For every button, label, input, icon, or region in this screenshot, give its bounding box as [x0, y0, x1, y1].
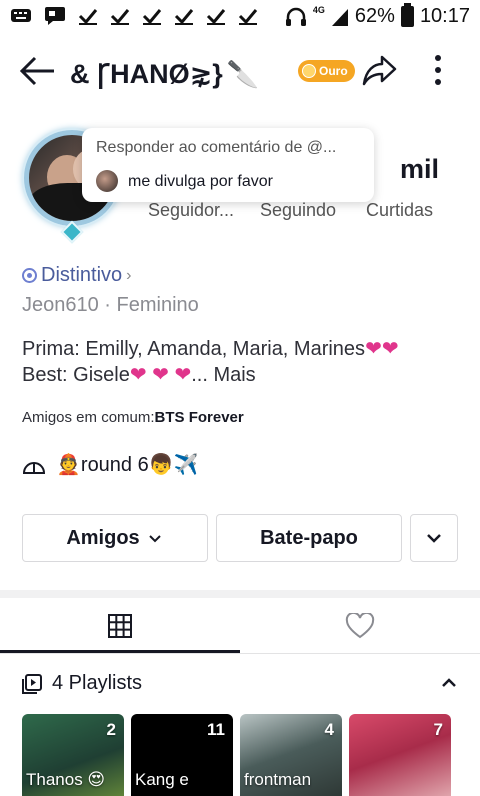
- heart-emojis: ❤❤: [365, 338, 399, 360]
- chat-button-label: Bate-papo: [260, 526, 358, 549]
- playlist-name: Kang e: [135, 770, 189, 789]
- distintivo-link[interactable]: Distintivo ›: [22, 264, 131, 287]
- friends-button-label: Amigos: [66, 526, 140, 549]
- bio-line-1: Prima: Emilly, Amanda, Maria, Marines❤❤: [22, 336, 399, 361]
- coin-icon: [302, 64, 316, 78]
- system-status: 4G 62% 10:17: [285, 3, 470, 28]
- popup-comment-text: me divulga por favor: [128, 173, 273, 190]
- signal-icon: [331, 8, 348, 26]
- share-icon[interactable]: [360, 52, 398, 88]
- following-label[interactable]: Seguindo: [260, 200, 336, 221]
- content-tabs: [0, 598, 480, 654]
- followers-label[interactable]: Seguidor...: [148, 200, 234, 221]
- active-tab-indicator: [0, 650, 240, 653]
- ouro-badge[interactable]: Ouro: [298, 60, 355, 82]
- clock: 10:17: [419, 5, 470, 27]
- more-options-icon[interactable]: [428, 52, 448, 88]
- chat-button[interactable]: Bate-papo: [216, 514, 402, 562]
- badge-icon: [22, 268, 37, 283]
- back-arrow-icon[interactable]: [18, 54, 58, 88]
- tab-videos[interactable]: [0, 598, 240, 654]
- profile-title: & ꞄHANØ⋧} 🔪: [70, 54, 259, 91]
- battery-icon: [400, 3, 414, 27]
- status-bar: 4G 62% 10:17: [0, 0, 480, 38]
- check-icon: [174, 9, 194, 25]
- playlist-card[interactable]: 4 frontman: [240, 714, 342, 796]
- profile-header: & ꞄHANØ⋧} 🔪 Ouro: [0, 38, 480, 104]
- likes-label[interactable]: Curtidas: [366, 200, 433, 221]
- dome-icon: [22, 461, 46, 474]
- playlist-card[interactable]: 7: [349, 714, 451, 796]
- playlist-card[interactable]: 2 Thanos 😍: [22, 714, 124, 796]
- battery-percent: 62%: [354, 5, 395, 27]
- playlist-name: Thanos 😍: [26, 770, 106, 789]
- check-icon: [142, 9, 162, 25]
- distintivo-label: Distintivo: [41, 264, 123, 286]
- bio-line-2-text: Best: Gisele: [22, 364, 130, 386]
- grid-icon: [108, 614, 132, 638]
- mutual-friends-label: Amigos em comum:: [22, 409, 155, 426]
- commenter-avatar: [96, 170, 118, 192]
- check-icon: [238, 9, 258, 25]
- tab-liked[interactable]: [240, 598, 480, 654]
- playlist-name: frontman: [244, 770, 312, 789]
- suggestions-dropdown-button[interactable]: [410, 514, 458, 562]
- check-icon: [78, 9, 98, 25]
- mutual-friends[interactable]: Amigos em comum:BTS Forever: [22, 409, 244, 426]
- check-icon: [206, 9, 226, 25]
- playlists-title: 4 Playlists: [52, 672, 143, 694]
- keyboard-notification-icon: [11, 9, 31, 22]
- mutual-friends-value: BTS Forever: [154, 409, 244, 426]
- check-icon: [110, 9, 130, 25]
- profile-name: & ꞄHANØ⋧}: [70, 59, 223, 89]
- heart-emojis: ❤ ❤ ❤: [129, 364, 192, 386]
- knife-emoji: 🔪: [226, 59, 260, 89]
- playlist-count: 2: [106, 720, 116, 739]
- playlist-card[interactable]: 11 Kang e: [131, 714, 233, 796]
- ouro-label: Ouro: [319, 64, 348, 78]
- popup-title: Responder ao comentário de @...: [96, 139, 337, 156]
- likes-count: mil: [400, 154, 440, 184]
- music-row[interactable]: 👲round 6👦✈️: [22, 452, 199, 477]
- section-divider: [0, 590, 480, 598]
- bio-line-1-text: Prima: Emilly, Amanda, Maria, Marines: [22, 338, 366, 360]
- bio-line-2[interactable]: Best: Gisele❤ ❤ ❤... Mais: [22, 362, 256, 387]
- chevron-down-icon: [148, 535, 161, 543]
- playlist-count: 4: [324, 720, 334, 739]
- username-gender: Jeon610 · Feminino: [22, 294, 199, 316]
- music-text: 👲round 6👦✈️: [56, 454, 199, 476]
- playlist-icon: [22, 674, 42, 694]
- chevron-down-icon: [427, 534, 441, 543]
- chevron-right-icon: ›: [126, 266, 132, 284]
- playlist-count: 7: [433, 720, 443, 739]
- chevron-up-icon[interactable]: [440, 674, 458, 692]
- playlist-count: 11: [207, 720, 225, 739]
- headphones-icon: [285, 7, 306, 26]
- message-notification-icon: [45, 7, 65, 25]
- network-type: 4G: [312, 5, 325, 15]
- notification-icons: [10, 6, 258, 26]
- heart-outline-icon: [345, 613, 375, 639]
- reply-comment-popup[interactable]: Responder ao comentário de @... me divul…: [82, 128, 374, 202]
- friends-button[interactable]: Amigos: [22, 514, 208, 562]
- bio-more-link[interactable]: ... Mais: [191, 364, 255, 386]
- playlists-header[interactable]: 4 Playlists: [22, 670, 460, 700]
